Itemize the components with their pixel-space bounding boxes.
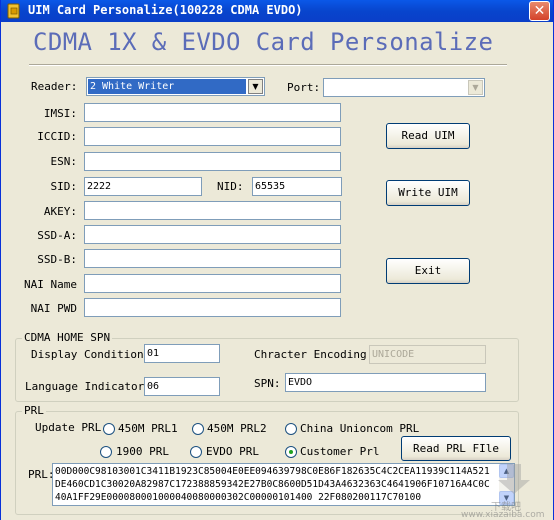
prl-label: PRL:: [28, 468, 55, 481]
radio-450m-prl1-label[interactable]: 450M PRL1: [118, 422, 178, 435]
char-encoding-label: Chracter Encoding:: [254, 348, 374, 361]
nid-label: NID:: [217, 180, 244, 193]
chevron-down-icon[interactable]: ▼: [248, 79, 263, 94]
radio-china-unioncom-prl-label[interactable]: China Unioncom PRL: [300, 422, 419, 435]
watermark-url: www.xiazaiba.com: [461, 510, 545, 520]
page-title: CDMA 1X & EVDO Card Personalize: [33, 28, 494, 56]
prl-data-text: 00D000C98103001C3411B1923C85004E0EE09463…: [55, 466, 490, 503]
radio-450m-prl1[interactable]: [103, 423, 115, 435]
read-uim-button[interactable]: Read UIM: [386, 123, 470, 149]
spn-label: SPN:: [254, 377, 281, 390]
sid-label: SID:: [50, 180, 78, 193]
reader-label: Reader:: [31, 80, 78, 93]
radio-1900-prl-label[interactable]: 1900 PRL: [116, 445, 169, 458]
ssd-b-label: SSD-B:: [37, 253, 77, 266]
imsi-field[interactable]: [84, 103, 341, 122]
radio-1900-prl[interactable]: [100, 446, 112, 458]
ssd-a-label: SSD-A:: [37, 229, 77, 242]
home-spn-group-title: CDMA HOME SPN: [22, 331, 113, 344]
close-button[interactable]: ✕: [529, 1, 550, 21]
radio-450m-prl2-label[interactable]: 450M PRL2: [207, 422, 267, 435]
sid-field[interactable]: 2222: [84, 177, 202, 196]
language-indicator-label: Language Indicator:: [25, 380, 151, 393]
display-condition-field[interactable]: 01: [144, 344, 220, 363]
imsi-label: IMSI:: [43, 107, 77, 120]
window-title: UIM Card Personalize(100228 CDMA EVDO): [28, 3, 303, 17]
sim-card-icon: [7, 3, 20, 19]
display-condition-label: Display Condition:: [31, 348, 151, 361]
title-bar[interactable]: UIM Card Personalize(100228 CDMA EVDO) ✕: [1, 0, 553, 22]
heading-divider: [29, 64, 507, 66]
write-uim-button[interactable]: Write UIM: [386, 180, 470, 206]
port-selected-value: [325, 80, 327, 95]
watermark: 下载吧 www.xiazaiba.com: [433, 458, 553, 520]
nai-pwd-label: NAI PWD: [30, 302, 77, 315]
reader-select[interactable]: 2 White Writer ▼: [86, 77, 265, 96]
akey-field[interactable]: [84, 201, 341, 220]
port-select[interactable]: ▼: [323, 78, 485, 97]
ssd-a-field[interactable]: [84, 225, 341, 244]
nai-name-field[interactable]: [84, 274, 341, 293]
port-label: Port:: [287, 81, 321, 94]
radio-customer-prl-label[interactable]: Customer Prl: [300, 445, 379, 458]
radio-customer-prl[interactable]: [285, 446, 297, 458]
nai-pwd-field[interactable]: [84, 298, 341, 317]
download-logo-icon: [498, 464, 530, 494]
char-encoding-field[interactable]: UNICODE: [369, 345, 486, 364]
ssd-b-field[interactable]: [84, 249, 341, 268]
reader-selected-value: 2 White Writer: [87, 78, 247, 95]
chevron-down-icon[interactable]: ▼: [468, 80, 483, 95]
language-indicator-field[interactable]: 06: [144, 377, 220, 396]
iccid-label: ICCID:: [37, 130, 77, 143]
esn-field[interactable]: [84, 152, 341, 171]
spn-field[interactable]: EVDO: [285, 373, 486, 392]
app-window: UIM Card Personalize(100228 CDMA EVDO) ✕…: [0, 0, 554, 520]
radio-evdo-prl-label[interactable]: EVDO PRL: [206, 445, 259, 458]
akey-label: AKEY:: [43, 205, 77, 218]
nid-field[interactable]: 65535: [252, 177, 342, 196]
radio-china-unioncom-prl[interactable]: [285, 423, 297, 435]
radio-450m-prl2[interactable]: [192, 423, 204, 435]
iccid-field[interactable]: [84, 127, 341, 146]
update-prl-label: Update PRL:: [35, 421, 108, 434]
prl-group-title: PRL: [22, 404, 46, 417]
esn-label: ESN:: [50, 155, 78, 168]
nai-name-label: NAI Name: [24, 278, 77, 291]
radio-evdo-prl[interactable]: [190, 446, 202, 458]
exit-button[interactable]: Exit: [386, 258, 470, 284]
